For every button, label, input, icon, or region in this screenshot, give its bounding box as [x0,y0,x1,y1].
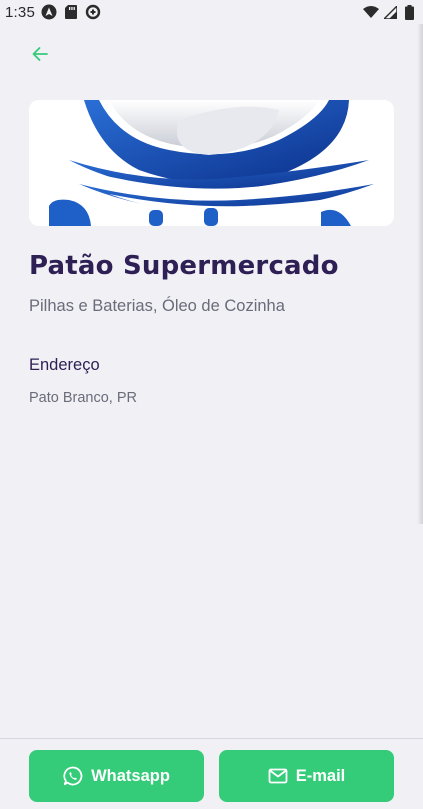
sd-card-icon [63,4,79,20]
whatsapp-icon [63,766,83,786]
store-banner-image [29,100,394,226]
store-title: Patão Supermercado [29,251,339,281]
whatsapp-button-label: Whatsapp [91,766,170,785]
email-button-label: E-mail [295,766,346,785]
back-button[interactable] [26,40,54,68]
email-button[interactable]: E-mail [219,750,394,802]
address-heading: Endereço [29,356,100,374]
scroll-edge-shadow [417,24,423,524]
signal-icon [382,4,398,20]
store-categories: Pilhas e Baterias, Óleo de Cozinha [29,297,285,315]
whatsapp-button[interactable]: Whatsapp [29,750,204,802]
android-auto-icon [41,4,57,20]
mail-icon [268,766,288,786]
wifi-icon [363,4,379,20]
status-left: 1:35 [5,4,101,21]
status-bar: 1:35 [0,0,423,24]
data-saver-icon [85,4,101,20]
status-time: 1:35 [5,3,35,21]
arrow-left-icon [32,47,48,61]
battery-icon [401,4,417,20]
point-detail-screen: 1:35 Patão Supermercado Pilhas e Bateria… [0,0,423,809]
footer-actions: Whatsapp E-mail [0,738,423,809]
address-value: Pato Branco, PR [29,390,137,406]
status-right [363,4,417,20]
